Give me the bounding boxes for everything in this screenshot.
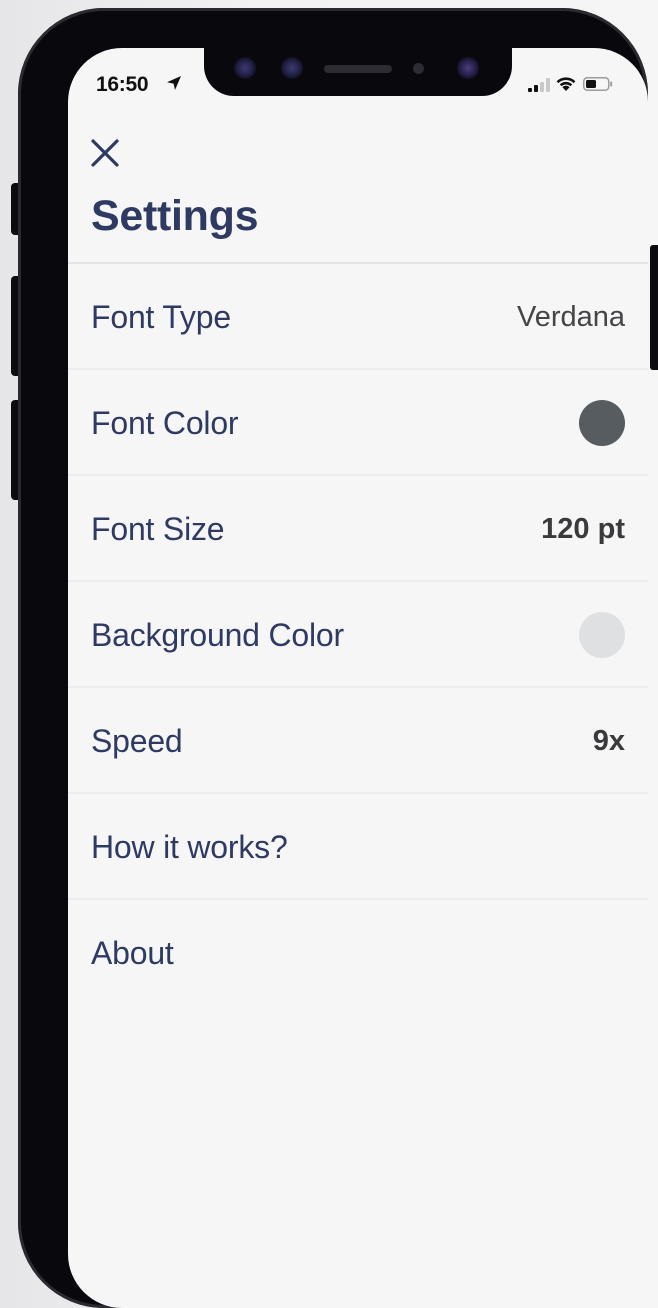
background-color-swatch[interactable] [579,612,625,658]
font-type-value: Verdana [516,300,625,333]
camera-lens-icon [234,57,256,79]
setting-label: Speed [91,722,183,759]
earpiece-speaker [324,65,392,73]
speed-value: 9x [592,724,625,757]
settings-list: Font Type Verdana Font Color Font Size 1… [68,264,648,1006]
setting-label: Font Type [91,298,231,335]
front-camera-icon [457,57,479,79]
setting-label: About [91,934,174,971]
setting-speed[interactable]: Speed 9x [68,688,648,794]
setting-label: Font Color [91,404,239,441]
setting-font-size[interactable]: Font Size 120 pt [68,476,648,582]
setting-label: Background Color [91,616,344,653]
font-color-swatch[interactable] [579,400,625,446]
wifi-icon [556,77,576,91]
setting-about[interactable]: About [68,900,648,1006]
status-time: 16:50 [96,73,149,96]
notch [204,48,512,96]
setting-font-color[interactable]: Font Color [68,370,648,476]
setting-background-color[interactable]: Background Color [68,582,648,688]
camera-lens-icon [281,57,303,79]
setting-label: Font Size [91,510,225,547]
proximity-sensor [413,63,424,74]
close-icon[interactable] [88,136,122,170]
font-size-value: 120 pt [541,512,625,545]
page-title: Settings [91,192,259,240]
setting-font-type[interactable]: Font Type Verdana [68,264,648,370]
setting-label: How it works? [91,828,288,865]
phone-frame: 16:50 Settings Font Type Verdana Font Co… [18,8,648,1308]
power-button [650,245,658,370]
location-arrow-icon [167,76,181,90]
cellular-signal-icon [528,78,550,92]
phone-screen: 16:50 Settings Font Type Verdana Font Co… [68,48,648,1308]
battery-icon [583,77,613,91]
setting-how-it-works[interactable]: How it works? [68,794,648,900]
